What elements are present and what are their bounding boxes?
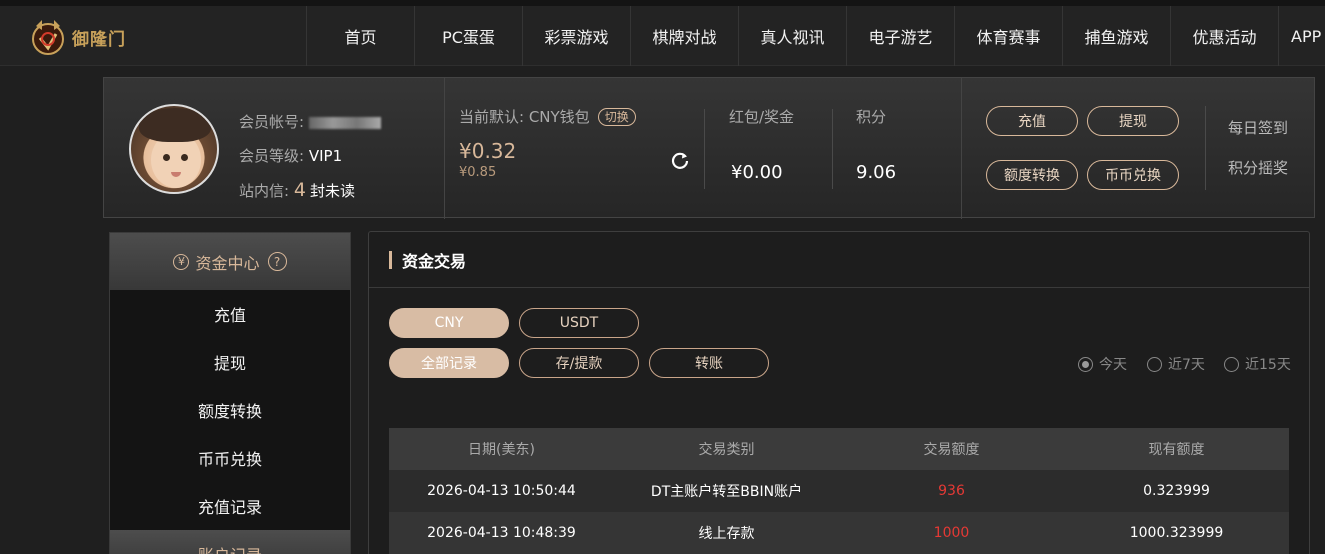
cell-amount: 936 [938,483,965,499]
avatar-eye-right [181,154,188,161]
cell-date: 2026-04-13 10:48:39 [427,525,576,541]
nav-item-pc-egg[interactable]: PC蛋蛋 [414,6,522,66]
sidebar-item-withdraw[interactable]: 提现 [110,338,350,386]
nav-item-sports[interactable]: 体育赛事 [954,6,1062,66]
radio-icon [1078,356,1093,372]
filter-15-days[interactable]: 近15天 [1224,354,1291,374]
user-panel: 会员帐号: 会员等级: VIP1 站内信: 4 封未读 当前默认: CNY钱包 切… [103,77,1315,219]
message-unread-label[interactable]: 封未读 [310,182,355,200]
stat-divider-2 [832,109,833,189]
wallet-label: 当前默认: CNY钱包 [459,108,590,126]
refresh-icon[interactable] [670,150,690,170]
yen-icon: ¥ [173,253,190,270]
nav-item-live[interactable]: 真人视讯 [738,6,846,66]
user-info: 会员帐号: 会员等级: VIP1 站内信: 4 封未读 [239,105,381,208]
table-row: 2026-04-13 10:48:39 线上存款 1000 1000.32399… [389,512,1289,554]
account-label: 会员帐号: [239,113,305,131]
col-date: 日期(美东) [468,442,535,458]
exchange-button[interactable]: 币币兑换 [1087,160,1179,190]
cell-type: 线上存款 [698,526,755,542]
sidebar: ¥ 资金中心 ? 充值 提现 额度转换 币币兑换 充值记录 账户记录 [109,232,351,554]
filter-today-label: 今天 [1099,357,1127,373]
filter-7-days[interactable]: 近7天 [1147,354,1205,374]
wallet-balance: ¥0.32 [459,139,517,163]
sidebar-item-deposit[interactable]: 充值 [110,290,350,338]
bonus-value: ¥0.00 [731,162,783,183]
title-accent-bar [389,250,392,269]
cell-amount: 1000 [933,525,970,541]
tab-transfer[interactable]: 转账 [649,348,769,378]
header: 御隆门 首页 PC蛋蛋 彩票游戏 棋牌对战 真人视讯 电子游艺 体育赛事 捕鱼游… [0,6,1325,66]
main-nav: 首页 PC蛋蛋 彩票游戏 棋牌对战 真人视讯 电子游艺 体育赛事 捕鱼游戏 优惠… [306,6,1325,66]
sidebar-header-account-records[interactable]: 账户记录 [110,530,350,554]
nav-item-slots[interactable]: 电子游艺 [846,6,954,66]
sidebar-item-deposit-records[interactable]: 充值记录 [110,482,350,530]
avatar-hair [139,108,211,142]
panel-divider-2 [961,78,962,219]
tab-all-records[interactable]: 全部记录 [389,348,509,378]
logo-text: 御隆门 [72,29,126,50]
filter-15-days-label: 近15天 [1245,357,1291,373]
daily-checkin-link[interactable]: 每日签到 [1228,117,1288,138]
nav-item-fishing[interactable]: 捕鱼游戏 [1062,6,1170,66]
deposit-button[interactable]: 充值 [986,106,1078,136]
col-balance: 现有额度 [1148,442,1205,458]
radio-icon [1224,356,1239,372]
sidebar-item-transfer[interactable]: 额度转换 [110,386,350,434]
main-title: 资金交易 [402,251,467,271]
transfer-button[interactable]: 额度转换 [986,160,1078,190]
sidebar-item-exchange[interactable]: 币币兑换 [110,434,350,482]
sidebar-title: 资金中心 [195,253,260,273]
sidebar-next-section: 账户记录 [198,542,262,554]
nav-item-home[interactable]: 首页 [306,6,414,66]
stat-divider-1 [704,109,705,189]
points-value: 9.06 [856,162,897,183]
wallet-section: 当前默认: CNY钱包 切换 ¥0.32 ¥0.85 [459,106,636,180]
logo[interactable]: 御隆门 [28,14,128,60]
avatar[interactable] [129,104,219,194]
nav-item-chess[interactable]: 棋牌对战 [630,6,738,66]
nav-item-promotions[interactable]: 优惠活动 [1170,6,1278,66]
cell-type: DT主账户转至BBIN账户 [650,484,803,500]
filter-today[interactable]: 今天 [1078,354,1127,374]
table-header: 日期(美东) 交易类别 交易额度 现有额度 [389,428,1289,470]
wallet-sub-balance: ¥0.85 [459,165,497,180]
points-lottery-link[interactable]: 积分摇奖 [1228,157,1288,178]
help-icon[interactable]: ? [267,252,287,271]
nav-item-lottery[interactable]: 彩票游戏 [522,6,630,66]
nav-item-app[interactable]: APP [1278,6,1325,66]
tab-usdt[interactable]: USDT [519,308,639,338]
avatar-eye-left [163,154,170,161]
filter-7-days-label: 近7天 [1168,357,1205,373]
account-value-blurred [308,116,381,129]
message-count[interactable]: 4 [294,179,306,201]
cell-balance: 0.323999 [1143,483,1210,499]
tab-cny[interactable]: CNY [389,308,509,338]
bonus-label: 红包/奖金 [729,108,795,126]
level-value: VIP1 [308,147,343,165]
transactions-table: 日期(美东) 交易类别 交易额度 现有额度 2026-04-13 10:50:4… [389,428,1289,554]
radio-icon [1147,356,1162,372]
panel-divider [444,78,445,219]
cell-balance: 1000.323999 [1129,525,1224,541]
level-label: 会员等级: [239,147,305,165]
withdraw-button[interactable]: 提现 [1087,106,1179,136]
main-panel: 资金交易 CNY USDT 全部记录 存/提款 转账 今天 近7天 近15天 日… [368,231,1310,554]
points-label: 积分 [856,108,887,126]
col-type: 交易类别 [698,442,755,458]
action-divider [1205,106,1206,190]
col-amount: 交易额度 [923,442,980,458]
cell-date: 2026-04-13 10:50:44 [427,483,576,499]
sidebar-header-funds[interactable]: ¥ 资金中心 ? [110,233,350,290]
wallet-switch-button[interactable]: 切换 [597,107,636,126]
table-row: 2026-04-13 10:50:44 DT主账户转至BBIN账户 936 0.… [389,470,1289,512]
message-label: 站内信: [239,182,290,200]
logo-emblem-icon [32,20,64,55]
tab-deposit-withdraw[interactable]: 存/提款 [519,348,639,378]
main-title-bar: 资金交易 [369,232,1309,288]
